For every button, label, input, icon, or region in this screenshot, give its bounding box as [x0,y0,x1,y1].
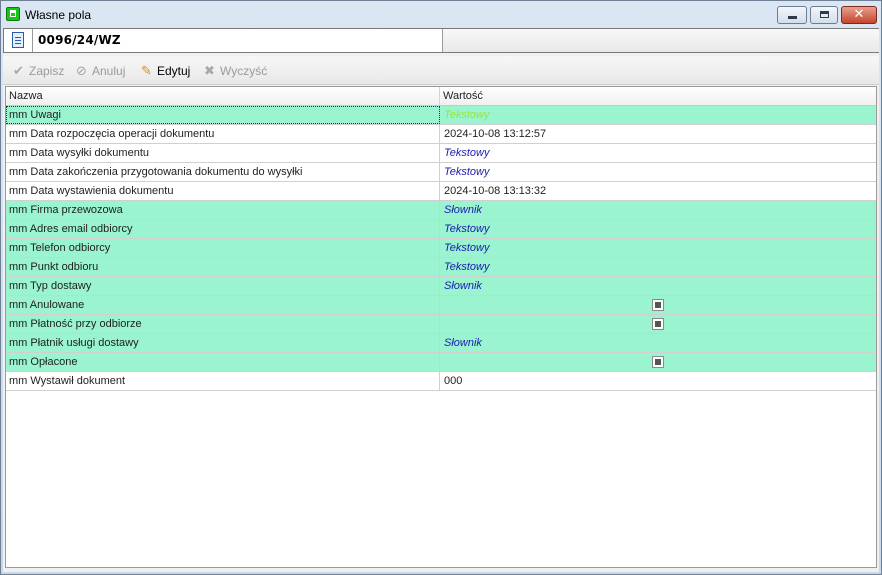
field-value[interactable]: Słownik [440,277,876,295]
table-row[interactable]: mm Typ dostawy Słownik [6,277,876,296]
cancel-label: Anuluj [92,64,126,78]
field-value [440,296,876,314]
table-row[interactable]: mm Adres email odbiorcy Tekstowy [6,220,876,239]
field-value[interactable]: 000 [440,372,876,390]
checkbox[interactable] [652,318,664,330]
field-value [440,353,876,371]
table-row[interactable]: mm Anulowane [6,296,876,315]
field-value[interactable]: Tekstowy [440,106,876,124]
field-name: mm Uwagi [6,106,440,124]
grid-header: Nazwa Wartość [6,87,876,106]
app-icon [6,7,20,21]
table-row[interactable]: mm Data rozpoczęcia operacji dokumentu 2… [6,125,876,144]
minimize-button[interactable] [777,6,807,24]
clear-button[interactable]: ✖ Wyczyść [202,63,267,79]
pencil-icon: ✎ [141,63,152,79]
field-name: mm Wystawił dokument [6,372,440,390]
field-name: mm Adres email odbiorcy [6,220,440,238]
field-value[interactable]: Tekstowy [440,258,876,276]
field-name: mm Firma przewozowa [6,201,440,219]
clear-label: Wyczyść [220,64,268,78]
maximize-icon [820,11,829,18]
field-value[interactable]: 2024-10-08 13:12:57 [440,125,876,143]
table-row[interactable]: mm Data wystawienia dokumentu 2024-10-08… [6,182,876,201]
field-value[interactable]: Tekstowy [440,239,876,257]
field-name: mm Opłacone [6,353,440,371]
table-row[interactable]: mm Płatnik usługi dostawy Słownik [6,334,876,353]
field-name: mm Data rozpoczęcia operacji dokumentu [6,125,440,143]
toolbar: ✔ Zapisz ⊘ Anuluj ✎ Edytuj ✖ Wyczyść [3,56,879,85]
column-header-name[interactable]: Nazwa [6,87,440,105]
clear-icon: ✖ [204,63,215,79]
checkbox[interactable] [652,356,664,368]
minimize-icon [788,16,797,19]
field-name: mm Płatność przy odbiorze [6,315,440,333]
table-row[interactable]: mm Opłacone [6,353,876,372]
window: Własne pola ✕ 0096/24/WZ ✔ Zapisz ⊘ Anul… [0,0,882,575]
window-title: Własne pola [25,8,92,22]
document-bar-filler [442,29,879,52]
table-row[interactable]: mm Data zakończenia przygotowania dokume… [6,163,876,182]
save-label: Zapisz [29,64,65,78]
field-name: mm Data wysyłki dokumentu [6,144,440,162]
edit-button[interactable]: ✎ Edytuj [139,63,190,79]
field-value[interactable]: Słownik [440,201,876,219]
table-row[interactable]: mm Wystawił dokument 000 [6,372,876,391]
field-value[interactable]: Tekstowy [440,220,876,238]
table-row[interactable]: mm Płatność przy odbiorze [6,315,876,334]
field-value[interactable]: Tekstowy [440,144,876,162]
table-row[interactable]: mm Uwagi Tekstowy [6,106,876,125]
column-header-value[interactable]: Wartość [440,87,876,105]
field-value[interactable]: Tekstowy [440,163,876,181]
divider [32,29,33,52]
table-row[interactable]: mm Firma przewozowa Słownik [6,201,876,220]
field-name: mm Anulowane [6,296,440,314]
close-button[interactable]: ✕ [841,6,877,24]
field-name: mm Punkt odbioru [6,258,440,276]
titlebar: Własne pola ✕ [1,1,881,29]
document-bar: 0096/24/WZ [3,28,879,53]
field-name: mm Data wystawienia dokumentu [6,182,440,200]
maximize-button[interactable] [810,6,838,24]
save-button[interactable]: ✔ Zapisz [11,63,64,79]
checkbox[interactable] [652,299,664,311]
field-name: mm Typ dostawy [6,277,440,295]
fields-grid: Nazwa Wartość mm Uwagi Tekstowy mm Data … [5,86,877,568]
document-icon [12,32,24,48]
field-value[interactable]: Słownik [440,334,876,352]
table-row[interactable]: mm Data wysyłki dokumentu Tekstowy [6,144,876,163]
client-area: 0096/24/WZ ✔ Zapisz ⊘ Anuluj ✎ Edytuj ✖ … [3,28,879,572]
document-number: 0096/24/WZ [38,33,121,47]
field-name: mm Płatnik usługi dostawy [6,334,440,352]
table-row[interactable]: mm Punkt odbioru Tekstowy [6,258,876,277]
edit-label: Edytuj [157,64,191,78]
field-value [440,315,876,333]
field-name: mm Telefon odbiorcy [6,239,440,257]
cancel-icon: ⊘ [76,63,87,79]
table-row[interactable]: mm Telefon odbiorcy Tekstowy [6,239,876,258]
cancel-button[interactable]: ⊘ Anuluj [74,63,125,79]
checkmark-icon: ✔ [13,63,24,79]
close-icon: ✕ [853,7,865,22]
field-name: mm Data zakończenia przygotowania dokume… [6,163,440,181]
field-value[interactable]: 2024-10-08 13:13:32 [440,182,876,200]
